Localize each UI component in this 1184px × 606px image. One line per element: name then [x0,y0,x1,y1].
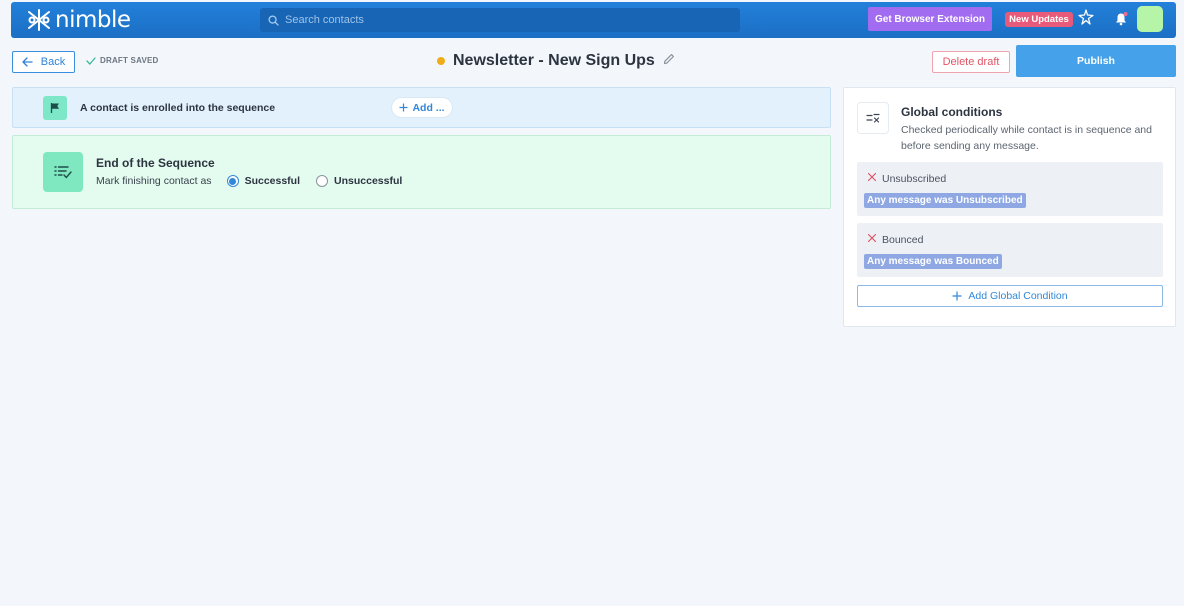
trigger-label: A contact is enrolled into the sequence [80,102,276,114]
back-button[interactable]: Back [12,51,75,73]
plus-icon [952,291,962,301]
successful-label: Successful [244,175,301,187]
publish-button[interactable]: Publish [1016,45,1176,77]
remove-condition-icon[interactable] [867,233,877,246]
successful-radio[interactable] [226,175,239,187]
add-global-condition-button[interactable]: Add Global Condition [857,285,1163,307]
unsuccessful-radio-option[interactable]: Unsuccessful [316,175,402,187]
search-icon [268,14,279,26]
checklist-icon [43,152,83,192]
global-conditions-title: Global conditions [901,105,1003,119]
global-conditions-description: Checked periodically while contact is in… [901,124,1152,152]
top-bar: nimble Get Browser Extension New Updates [11,2,1176,38]
global-conditions-panel: Global conditions Checked periodically w… [843,87,1176,327]
condition-name: Bounced [882,233,924,246]
search-bar[interactable] [260,8,740,32]
nimble-logo-icon [28,9,50,31]
nimble-logo[interactable]: nimble [25,7,131,33]
unsuccessful-radio[interactable] [316,175,329,187]
condition-header: Bounced [867,233,923,246]
end-of-sequence-step: End of the Sequence Mark finishing conta… [12,135,831,209]
notification-bell-icon[interactable] [1114,12,1128,31]
trigger-step: A contact is enrolled into the sequence … [12,87,831,128]
draft-saved-status: DRAFT SAVED [86,56,159,65]
plus-icon [399,103,408,112]
delete-draft-button[interactable]: Delete draft [932,51,1010,73]
condition-rule-tag[interactable]: Any message was Bounced [864,254,1002,269]
condition-name: Unsubscribed [882,172,947,185]
finish-status-row: Mark finishing contact as Successful Uns… [96,175,402,187]
check-icon [86,56,96,65]
sparkle-icon[interactable] [1078,9,1094,30]
search-input[interactable] [285,14,705,26]
arrow-left-icon [22,57,33,67]
end-step-title: End of the Sequence [96,156,215,170]
edit-pencil-icon[interactable] [663,52,675,70]
sequence-title: Newsletter - New Sign Ups [437,52,675,70]
remove-condition-icon[interactable] [867,172,877,185]
mark-finishing-label: Mark finishing contact as [96,175,212,187]
new-updates-button[interactable]: New Updates [1005,12,1073,27]
add-step-label: Add ... [412,101,445,114]
user-avatar[interactable] [1137,6,1163,32]
condition-rule-tag[interactable]: Any message was Unsubscribed [864,193,1026,208]
draft-status-dot [437,57,445,65]
unsuccessful-label: Unsuccessful [334,175,403,187]
get-browser-extension-button[interactable]: Get Browser Extension [868,7,992,31]
condition-bounced[interactable]: Bounced Any message was Bounced [857,223,1163,277]
add-global-condition-label: Add Global Condition [968,290,1068,302]
successful-radio-option[interactable]: Successful [226,175,301,187]
condition-header: Unsubscribed [867,172,946,185]
flag-icon [43,96,67,120]
back-label: Back [40,56,66,68]
draft-saved-label: DRAFT SAVED [100,56,159,65]
brand-name: nimble [55,7,131,33]
condition-unsubscribed[interactable]: Unsubscribed Any message was Unsubscribe… [857,162,1163,216]
add-step-button[interactable]: Add ... [392,98,452,117]
conditions-filter-icon [857,102,889,134]
page-title: Newsletter - New Sign Ups [453,52,655,69]
